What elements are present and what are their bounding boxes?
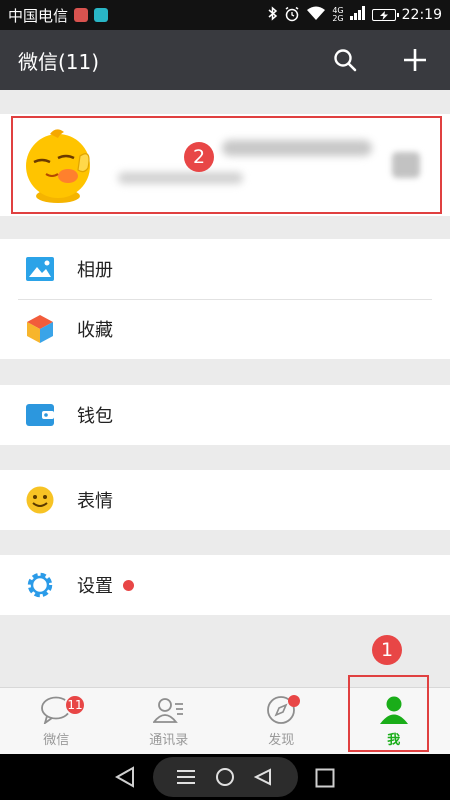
discover-unread-dot bbox=[288, 695, 300, 707]
battery-charging-icon bbox=[371, 9, 399, 21]
annotation-callout-2: 2 bbox=[184, 142, 214, 172]
menu-item-label: 设置 bbox=[77, 576, 113, 597]
tab-label: 发现 bbox=[268, 733, 295, 748]
menu-item-album[interactable]: 相册 bbox=[0, 239, 450, 299]
back-icon[interactable] bbox=[112, 765, 138, 789]
back-small-icon[interactable] bbox=[252, 766, 274, 788]
menu-item-settings[interactable]: 设置 bbox=[0, 555, 450, 615]
menu-item-stickers[interactable]: 表情 bbox=[0, 470, 450, 530]
annotation-frame-profile bbox=[11, 116, 442, 214]
annotation-frame-me-tab bbox=[348, 675, 429, 752]
wallet-icon bbox=[25, 400, 55, 430]
system-nav-bar bbox=[0, 754, 450, 800]
home-circle-icon[interactable] bbox=[214, 766, 236, 788]
tab-label: 微信 bbox=[43, 733, 70, 748]
settings-unread-dot bbox=[123, 579, 134, 591]
carrier-name: 中国电信 bbox=[8, 6, 69, 25]
alarm-icon bbox=[284, 6, 300, 25]
network-type-bottom: 2G bbox=[332, 14, 344, 23]
tab-label: 通讯录 bbox=[149, 733, 189, 748]
menu-item-label: 收藏 bbox=[77, 320, 113, 341]
menu-item-favorites[interactable]: 收藏 bbox=[0, 299, 450, 359]
menu-group-wallet: 钱包 bbox=[0, 385, 450, 445]
menu-item-label: 表情 bbox=[77, 491, 113, 512]
clock-time: 22:19 bbox=[401, 7, 442, 23]
network-indicator: 4G 2G bbox=[332, 7, 343, 23]
menu-group-media: 相册 收藏 bbox=[0, 239, 450, 359]
bluetooth-icon bbox=[268, 6, 278, 24]
app-header: 微信(11) bbox=[0, 30, 450, 90]
recents-square-icon[interactable] bbox=[313, 766, 337, 790]
floating-nav-pill bbox=[153, 757, 298, 797]
status-bar: 中国电信 4G 2G 22:19 bbox=[0, 0, 450, 30]
tab-discover[interactable]: 发现 bbox=[225, 688, 338, 754]
menu-item-label: 相册 bbox=[77, 260, 113, 281]
gear-icon bbox=[25, 570, 55, 600]
page-title: 微信(11) bbox=[18, 49, 100, 74]
menu-lines-icon[interactable] bbox=[175, 766, 197, 788]
menu-item-label: 钱包 bbox=[77, 406, 113, 427]
search-icon[interactable] bbox=[332, 47, 358, 73]
wifi-icon bbox=[306, 6, 326, 24]
sticker-smile-icon bbox=[25, 485, 55, 515]
tab-contacts[interactable]: 通讯录 bbox=[113, 688, 226, 754]
notification-app-icon bbox=[74, 8, 89, 22]
menu-group-settings: 设置 bbox=[0, 555, 450, 615]
notification-app-icon bbox=[94, 8, 109, 22]
album-icon bbox=[25, 254, 55, 284]
favorites-cube-icon bbox=[25, 314, 55, 344]
contacts-icon bbox=[152, 694, 185, 726]
plus-icon[interactable] bbox=[402, 47, 428, 73]
menu-item-wallet[interactable]: 钱包 bbox=[0, 385, 450, 445]
menu-group-stickers: 表情 bbox=[0, 470, 450, 530]
signal-icon bbox=[349, 6, 366, 24]
annotation-callout-1: 1 bbox=[372, 635, 402, 665]
tab-chats[interactable]: 微信 11 bbox=[0, 688, 113, 754]
unread-count-badge: 11 bbox=[64, 694, 86, 716]
